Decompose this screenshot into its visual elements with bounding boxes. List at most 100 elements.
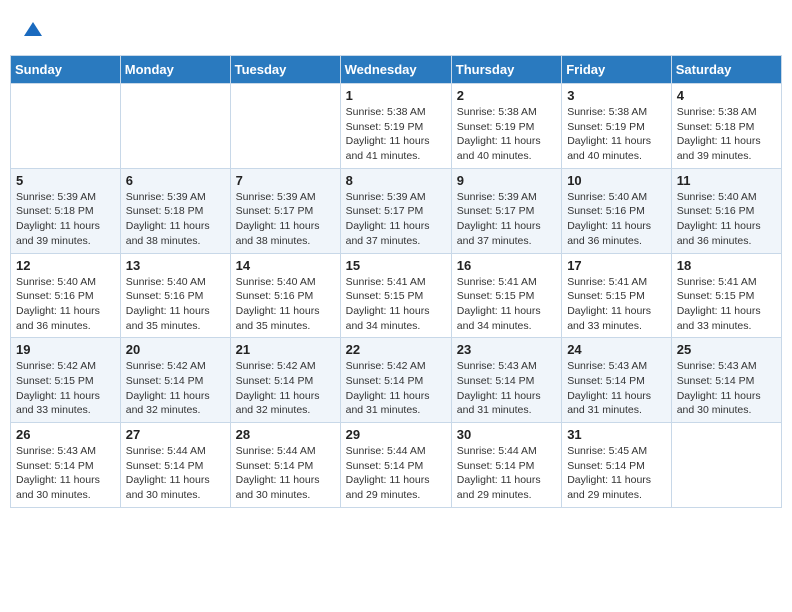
calendar-cell: 22 Sunrise: 5:42 AMSunset: 5:14 PMDayligh… xyxy=(340,338,451,423)
calendar-cell: 17 Sunrise: 5:41 AMSunset: 5:15 PMDayligh… xyxy=(562,253,672,338)
day-info: Sunrise: 5:40 AMSunset: 5:16 PMDaylight:… xyxy=(16,275,115,334)
calendar-cell: 28 Sunrise: 5:44 AMSunset: 5:14 PMDayligh… xyxy=(230,423,340,508)
calendar-table: SundayMondayTuesdayWednesdayThursdayFrid… xyxy=(10,55,782,508)
day-number: 25 xyxy=(677,342,776,357)
calendar-cell: 10 Sunrise: 5:40 AMSunset: 5:16 PMDayligh… xyxy=(562,168,672,253)
day-info: Sunrise: 5:39 AMSunset: 5:17 PMDaylight:… xyxy=(346,190,446,249)
calendar-cell: 5 Sunrise: 5:39 AMSunset: 5:18 PMDaylight… xyxy=(11,168,121,253)
day-number: 23 xyxy=(457,342,556,357)
calendar-cell: 12 Sunrise: 5:40 AMSunset: 5:16 PMDayligh… xyxy=(11,253,121,338)
day-number: 14 xyxy=(236,258,335,273)
day-number: 27 xyxy=(126,427,225,442)
calendar-cell: 6 Sunrise: 5:39 AMSunset: 5:18 PMDaylight… xyxy=(120,168,230,253)
day-info: Sunrise: 5:38 AMSunset: 5:18 PMDaylight:… xyxy=(677,105,776,164)
day-number: 31 xyxy=(567,427,666,442)
calendar-cell: 26Sunrise: 5:43 AMSunset: 5:14 PMDayligh… xyxy=(11,423,121,508)
day-number: 29 xyxy=(346,427,446,442)
col-header-tuesday: Tuesday xyxy=(230,56,340,84)
calendar-cell: 19 Sunrise: 5:42 AMSunset: 5:15 PMDayligh… xyxy=(11,338,121,423)
calendar-week-4: 19 Sunrise: 5:42 AMSunset: 5:15 PMDayligh… xyxy=(11,338,782,423)
day-info: Sunrise: 5:38 AMSunset: 5:19 PMDaylight:… xyxy=(567,105,666,164)
day-number: 18 xyxy=(677,258,776,273)
col-header-saturday: Saturday xyxy=(671,56,781,84)
day-info: Sunrise: 5:44 AMSunset: 5:14 PMDaylight:… xyxy=(236,444,335,503)
calendar-cell xyxy=(11,84,121,169)
calendar-cell: 3 Sunrise: 5:38 AMSunset: 5:19 PMDaylight… xyxy=(562,84,672,169)
day-number: 10 xyxy=(567,173,666,188)
day-info: Sunrise: 5:40 AMSunset: 5:16 PMDaylight:… xyxy=(126,275,225,334)
day-number: 3 xyxy=(567,88,666,103)
day-number: 11 xyxy=(677,173,776,188)
calendar-cell: 29 Sunrise: 5:44 AMSunset: 5:14 PMDayligh… xyxy=(340,423,451,508)
calendar-cell xyxy=(230,84,340,169)
day-number: 12 xyxy=(16,258,115,273)
day-number: 26 xyxy=(16,427,115,442)
calendar-cell: 15 Sunrise: 5:41 AMSunset: 5:15 PMDayligh… xyxy=(340,253,451,338)
day-info: Sunrise: 5:43 AMSunset: 5:14 PMDaylight:… xyxy=(567,359,666,418)
day-info: Sunrise: 5:38 AMSunset: 5:19 PMDaylight:… xyxy=(346,105,446,164)
calendar-cell: 27 Sunrise: 5:44 AMSunset: 5:14 PMDayligh… xyxy=(120,423,230,508)
day-number: 24 xyxy=(567,342,666,357)
day-info: Sunrise: 5:43 AMSunset: 5:14 PMDaylight:… xyxy=(677,359,776,418)
day-number: 9 xyxy=(457,173,556,188)
calendar-cell xyxy=(120,84,230,169)
col-header-sunday: Sunday xyxy=(11,56,121,84)
day-number: 30 xyxy=(457,427,556,442)
day-number: 15 xyxy=(346,258,446,273)
day-number: 17 xyxy=(567,258,666,273)
day-info: Sunrise: 5:40 AMSunset: 5:16 PMDaylight:… xyxy=(677,190,776,249)
calendar-cell: 18Sunrise: 5:41 AMSunset: 5:15 PMDayligh… xyxy=(671,253,781,338)
day-number: 1 xyxy=(346,88,446,103)
day-number: 7 xyxy=(236,173,335,188)
calendar-cell: 13 Sunrise: 5:40 AMSunset: 5:16 PMDayligh… xyxy=(120,253,230,338)
col-header-friday: Friday xyxy=(562,56,672,84)
day-info: Sunrise: 5:42 AMSunset: 5:14 PMDaylight:… xyxy=(126,359,225,418)
calendar-week-2: 5 Sunrise: 5:39 AMSunset: 5:18 PMDaylight… xyxy=(11,168,782,253)
day-info: Sunrise: 5:39 AMSunset: 5:18 PMDaylight:… xyxy=(126,190,225,249)
day-number: 28 xyxy=(236,427,335,442)
day-info: Sunrise: 5:44 AMSunset: 5:14 PMDaylight:… xyxy=(126,444,225,503)
calendar-week-1: 1 Sunrise: 5:38 AMSunset: 5:19 PMDaylight… xyxy=(11,84,782,169)
day-number: 19 xyxy=(16,342,115,357)
calendar-cell: 8 Sunrise: 5:39 AMSunset: 5:17 PMDaylight… xyxy=(340,168,451,253)
calendar-header-row: SundayMondayTuesdayWednesdayThursdayFrid… xyxy=(11,56,782,84)
col-header-wednesday: Wednesday xyxy=(340,56,451,84)
calendar-cell: 25 Sunrise: 5:43 AMSunset: 5:14 PMDayligh… xyxy=(671,338,781,423)
day-info: Sunrise: 5:40 AMSunset: 5:16 PMDaylight:… xyxy=(567,190,666,249)
day-info: Sunrise: 5:41 AMSunset: 5:15 PMDaylight:… xyxy=(567,275,666,334)
calendar-cell: 30 Sunrise: 5:44 AMSunset: 5:14 PMDayligh… xyxy=(451,423,561,508)
day-number: 21 xyxy=(236,342,335,357)
logo xyxy=(20,18,44,45)
col-header-thursday: Thursday xyxy=(451,56,561,84)
calendar-cell xyxy=(671,423,781,508)
calendar-cell: 20 Sunrise: 5:42 AMSunset: 5:14 PMDayligh… xyxy=(120,338,230,423)
calendar-cell: 31 Sunrise: 5:45 AMSunset: 5:14 PMDayligh… xyxy=(562,423,672,508)
day-number: 4 xyxy=(677,88,776,103)
col-header-monday: Monday xyxy=(120,56,230,84)
day-info: Sunrise: 5:42 AMSunset: 5:14 PMDaylight:… xyxy=(346,359,446,418)
day-info: Sunrise: 5:44 AMSunset: 5:14 PMDaylight:… xyxy=(346,444,446,503)
logo-icon xyxy=(22,18,44,40)
day-number: 16 xyxy=(457,258,556,273)
calendar-cell: 24 Sunrise: 5:43 AMSunset: 5:14 PMDayligh… xyxy=(562,338,672,423)
calendar-cell: 21Sunrise: 5:42 AMSunset: 5:14 PMDayligh… xyxy=(230,338,340,423)
day-number: 8 xyxy=(346,173,446,188)
day-info: Sunrise: 5:45 AMSunset: 5:14 PMDaylight:… xyxy=(567,444,666,503)
day-info: Sunrise: 5:44 AMSunset: 5:14 PMDaylight:… xyxy=(457,444,556,503)
day-number: 22 xyxy=(346,342,446,357)
calendar-cell: 1 Sunrise: 5:38 AMSunset: 5:19 PMDaylight… xyxy=(340,84,451,169)
day-info: Sunrise: 5:38 AMSunset: 5:19 PMDaylight:… xyxy=(457,105,556,164)
calendar-cell: 16 Sunrise: 5:41 AMSunset: 5:15 PMDayligh… xyxy=(451,253,561,338)
calendar-cell: 14Sunrise: 5:40 AMSunset: 5:16 PMDayligh… xyxy=(230,253,340,338)
day-info: Sunrise: 5:39 AMSunset: 5:17 PMDaylight:… xyxy=(457,190,556,249)
day-info: Sunrise: 5:41 AMSunset: 5:15 PMDaylight:… xyxy=(457,275,556,334)
day-number: 20 xyxy=(126,342,225,357)
day-number: 13 xyxy=(126,258,225,273)
day-number: 6 xyxy=(126,173,225,188)
day-number: 5 xyxy=(16,173,115,188)
day-info: Sunrise: 5:41 AMSunset: 5:15 PMDaylight:… xyxy=(346,275,446,334)
day-info: Sunrise: 5:39 AMSunset: 5:18 PMDaylight:… xyxy=(16,190,115,249)
calendar-cell: 11 Sunrise: 5:40 AMSunset: 5:16 PMDayligh… xyxy=(671,168,781,253)
day-info: Sunrise: 5:39 AMSunset: 5:17 PMDaylight:… xyxy=(236,190,335,249)
day-info: Sunrise: 5:42 AMSunset: 5:15 PMDaylight:… xyxy=(16,359,115,418)
